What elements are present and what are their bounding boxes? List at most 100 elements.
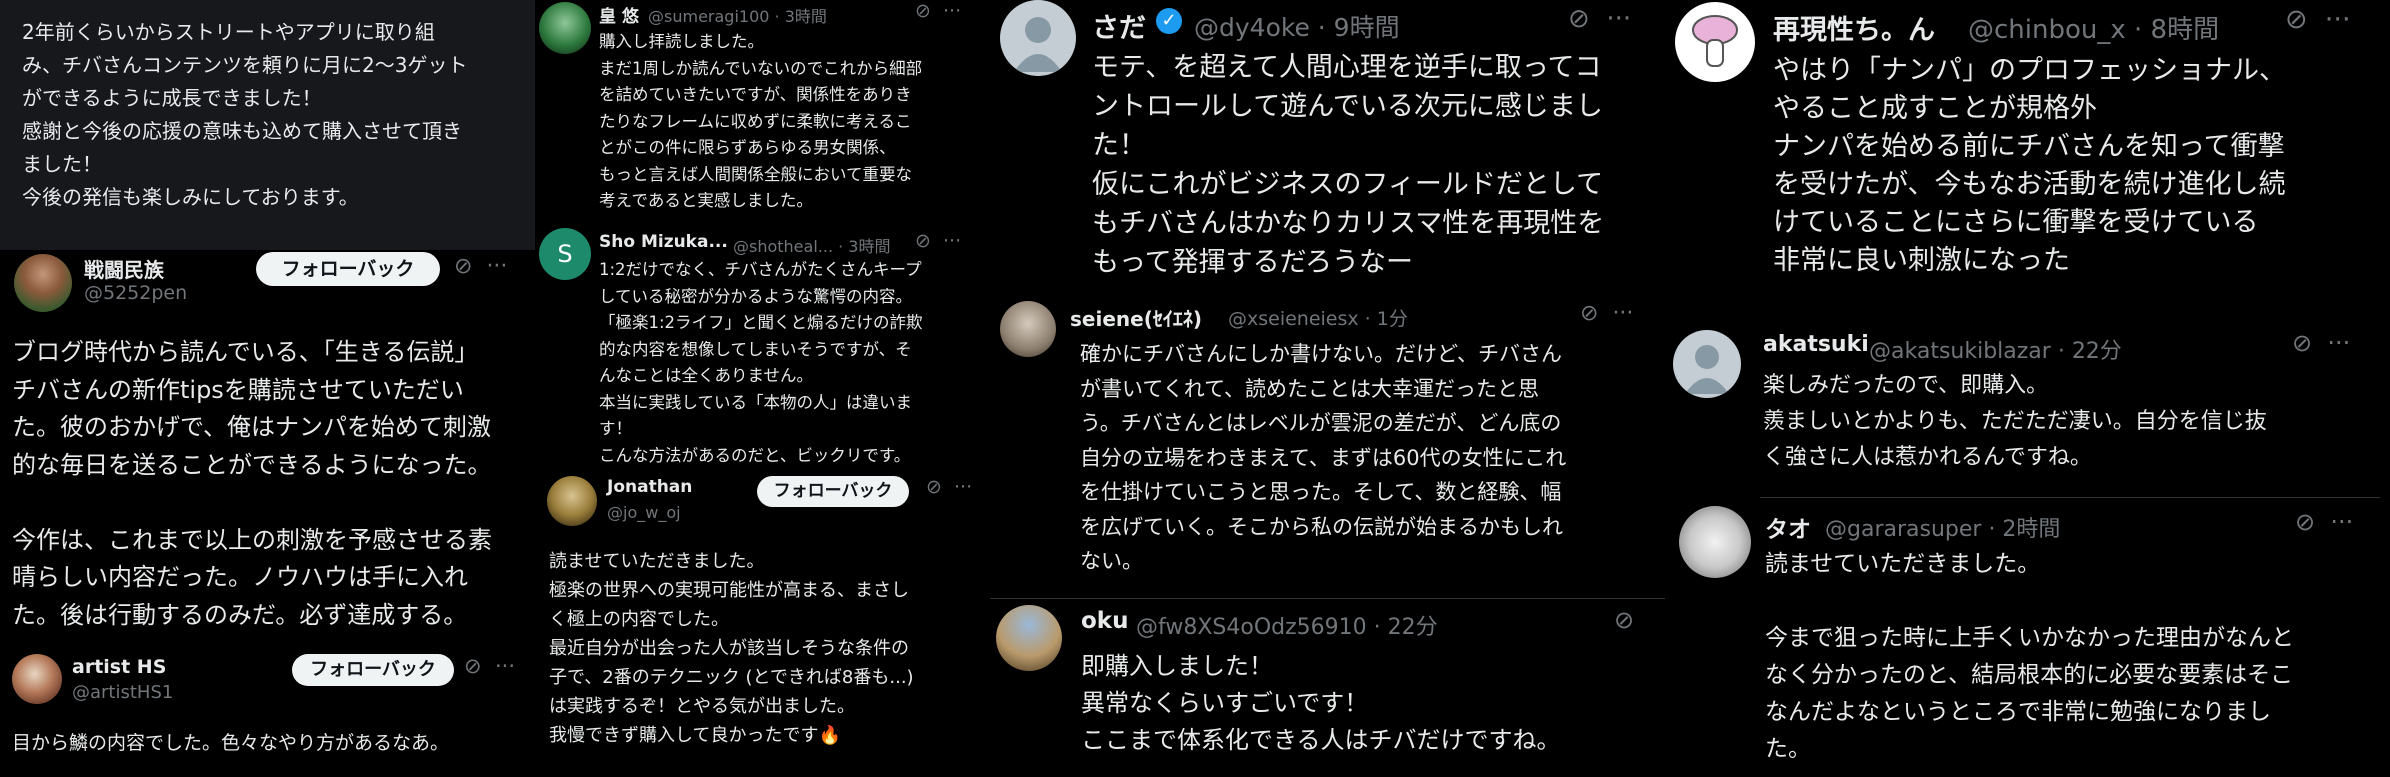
- avatar[interactable]: [547, 476, 597, 526]
- follow-back-button[interactable]: フォローバック: [757, 476, 909, 507]
- post-senzoku[interactable]: 戦闘民族 @5252pen フォローバック ⊘ ··· ブログ時代から読んでいる…: [0, 250, 535, 650]
- post-actions: ⊘ ···: [454, 254, 507, 279]
- more-icon[interactable]: ···: [1612, 301, 1633, 326]
- post-text: やはり「ナンパ」のプロフェッショナル、 やること成すことが規格外 ナンパを始める…: [1773, 55, 2286, 276]
- more-icon[interactable]: ···: [495, 654, 515, 678]
- post-actions: ⊘ ···: [926, 476, 972, 498]
- author-handle[interactable]: @chinbou_x · 8時間: [1968, 9, 2219, 46]
- author-handle[interactable]: @gararasuper · 2時間: [1825, 511, 2060, 543]
- post-text: 即購入しました！ 異常なくらいすごいです！ ここまで体系化できる人はチバだけです…: [1081, 652, 1561, 754]
- divider: [1760, 497, 2380, 498]
- author-name[interactable]: oku: [1081, 608, 1128, 634]
- author-handle[interactable]: @xseieneiesx · 1分: [1228, 304, 1408, 331]
- more-icon[interactable]: ···: [2330, 508, 2353, 536]
- author-handle[interactable]: @jo_w_oj: [607, 503, 681, 522]
- avatar[interactable]: [1679, 506, 1751, 578]
- avatar[interactable]: [12, 654, 62, 704]
- grok-icon[interactable]: ⊘: [1580, 301, 1598, 326]
- divider: [990, 598, 1665, 599]
- post-text: 確かにチバさんにしか書けない。だけど、チバさん が書いてくれて、読めたことは大幸…: [1080, 342, 1567, 573]
- follow-back-button[interactable]: フォローバック: [292, 654, 454, 686]
- grok-icon[interactable]: ⊘: [915, 230, 931, 252]
- avatar-letter: S: [557, 240, 573, 268]
- post-text: ブログ時代から読んでいる、「生きる伝説」 チバさんの新作tipsを購読させていた…: [12, 338, 492, 629]
- author-name[interactable]: 皇 悠: [599, 2, 639, 27]
- post-chinbou[interactable]: 再現性ち。ん @chinbou_x · 8時間 ⊘ ··· やはり「ナンパ」のプ…: [1665, 0, 2390, 315]
- avatar[interactable]: [1000, 0, 1076, 76]
- verified-badge-icon: ✓: [1156, 8, 1182, 34]
- review-panel-2: 皇 悠 @sumeragi100 · 3時間 ⊘ ··· 購入し拝読しました。 …: [535, 0, 990, 777]
- author-handle[interactable]: @shotheal... · 3時間: [733, 233, 890, 257]
- author-handle[interactable]: @dy4oke · 9時間: [1194, 8, 1400, 44]
- post-text: 読ませていただきました。 今まで狙った時に上手くいかなかった理由がなんと なく分…: [1765, 551, 2294, 762]
- mushroom-character-icon: [1692, 15, 1738, 67]
- post-text: モテ、を超えて人間心理を逆手に取ってコ ントロールして遊んでいる次元に感じまし …: [1092, 52, 1605, 278]
- author-name[interactable]: 再現性ち。ん: [1773, 8, 1935, 47]
- avatar[interactable]: S: [539, 228, 591, 280]
- author-handle[interactable]: @artistHS1: [72, 682, 173, 703]
- author-name[interactable]: 戦闘民族: [84, 254, 164, 283]
- grok-icon[interactable]: ⊘: [2295, 508, 2315, 536]
- post-actions: ⊘ ···: [1580, 301, 1633, 326]
- post-oku[interactable]: oku @fw8XS4oOdz56910 · 22分 ⊘ 即購入しました！ 異常…: [990, 600, 1665, 777]
- post-actions: ⊘: [1614, 606, 1634, 634]
- post-actions: ⊘ ···: [915, 230, 961, 252]
- default-person-icon: [1014, 17, 1062, 72]
- follow-back-button[interactable]: フォローバック: [256, 252, 440, 286]
- grok-icon[interactable]: ⊘: [464, 654, 482, 678]
- post-tao[interactable]: タオ @gararasuper · 2時間 ⊘ ··· 読ませていただきました。…: [1665, 500, 2390, 777]
- review-panel-1: 2年前くらいからストリートやアプリに取り組 み、チバさんコンテンツを頼りに月に2…: [0, 0, 535, 777]
- grok-icon[interactable]: ⊘: [454, 254, 472, 279]
- post-artist-hs[interactable]: artist HS @artistHS1 フォローバック ⊘ ··· 目から鱗の…: [0, 650, 535, 777]
- avatar[interactable]: [1673, 330, 1741, 398]
- grok-icon[interactable]: ⊘: [2292, 329, 2312, 357]
- post-actions: ⊘ ···: [2295, 508, 2353, 536]
- post-actions: ⊘ ···: [915, 0, 961, 22]
- post-jonathan[interactable]: Jonathan @jo_w_oj フォローバック ⊘ ··· 読ませていただき…: [535, 472, 990, 777]
- post-text: 購入し拝読しました。 まだ1周しか読んでいないのでこれから細部 を詰めていきたい…: [599, 32, 923, 210]
- author-name[interactable]: artist HS: [72, 656, 166, 678]
- grok-icon[interactable]: ⊘: [1568, 4, 1590, 34]
- author-handle[interactable]: @sumeragi100 · 3時間: [648, 3, 827, 27]
- post-text: 1:2だけでなく、チバさんがたくさんキープ している秘密が分かるような驚愕の内容…: [599, 260, 923, 465]
- avatar[interactable]: [996, 605, 1062, 671]
- post-text: 楽しみだったので、即購入。 羨ましいとかよりも、ただただ凄い。自分を信じ抜 く強…: [1763, 373, 2267, 470]
- author-name[interactable]: Jonathan: [607, 477, 692, 497]
- author-handle[interactable]: @akatsukiblazar · 22分: [1869, 333, 2122, 365]
- grok-icon[interactable]: ⊘: [915, 0, 931, 22]
- author-name[interactable]: akatsuki: [1763, 332, 1869, 357]
- post-text: 目から鱗の内容でした。色々なやり方があるなあ。: [12, 732, 450, 754]
- more-icon[interactable]: ···: [954, 476, 972, 498]
- author-name[interactable]: タオ: [1765, 510, 1811, 544]
- more-icon[interactable]: ···: [2327, 329, 2350, 357]
- grok-icon[interactable]: ⊘: [926, 476, 942, 498]
- review-panel-3: さだ ✓ @dy4oke · 9時間 ⊘ ··· モテ、を超えて人間心理を逆手に…: [990, 0, 1665, 777]
- post-sada[interactable]: さだ ✓ @dy4oke · 9時間 ⊘ ··· モテ、を超えて人間心理を逆手に…: [990, 0, 1665, 295]
- post-sumeragi[interactable]: 皇 悠 @sumeragi100 · 3時間 ⊘ ··· 購入し拝読しました。 …: [535, 0, 990, 222]
- post-akatsuki[interactable]: akatsuki @akatsukiblazar · 22分 ⊘ ··· 楽しみ…: [1665, 315, 2390, 495]
- post-seiene[interactable]: seiene(ｾｲｴﾈ) @xseieneiesx · 1分 ⊘ ··· 確かに…: [990, 295, 1665, 595]
- more-icon[interactable]: ···: [943, 0, 961, 22]
- author-handle[interactable]: @fw8XS4oOdz56910 · 22分: [1136, 609, 1438, 641]
- more-icon[interactable]: ···: [2325, 4, 2351, 35]
- avatar[interactable]: [1000, 301, 1056, 357]
- post-actions: ⊘ ···: [2292, 329, 2350, 357]
- post-text: 読ませていただきました。 極楽の世界への実現可能性が高まる、まさし く極上の内容…: [549, 551, 914, 746]
- default-person-icon: [1685, 345, 1729, 394]
- author-name[interactable]: seiene(ｾｲｴﾈ): [1070, 303, 1202, 332]
- avatar[interactable]: [14, 254, 72, 312]
- grok-icon[interactable]: ⊘: [1614, 606, 1634, 634]
- author-handle[interactable]: @5252pen: [84, 282, 187, 304]
- author-name[interactable]: Sho Mizuka...: [599, 232, 728, 252]
- quoted-text: 2年前くらいからストリートやアプリに取り組 み、チバさんコンテンツを頼りに月に2…: [22, 20, 468, 209]
- post-actions: ⊘ ···: [1568, 4, 1631, 34]
- author-name[interactable]: さだ: [1092, 6, 1146, 45]
- avatar[interactable]: [1675, 2, 1755, 82]
- more-icon[interactable]: ···: [943, 230, 961, 252]
- post-sho-mizuka[interactable]: S Sho Mizuka... @shotheal... · 3時間 ⊘ ···…: [535, 222, 990, 472]
- review-panel-4: 再現性ち。ん @chinbou_x · 8時間 ⊘ ··· やはり「ナンパ」のプ…: [1665, 0, 2390, 777]
- more-icon[interactable]: ···: [486, 254, 507, 279]
- more-icon[interactable]: ···: [1606, 4, 1631, 34]
- avatar[interactable]: [539, 2, 591, 54]
- grok-icon[interactable]: ⊘: [2285, 4, 2308, 35]
